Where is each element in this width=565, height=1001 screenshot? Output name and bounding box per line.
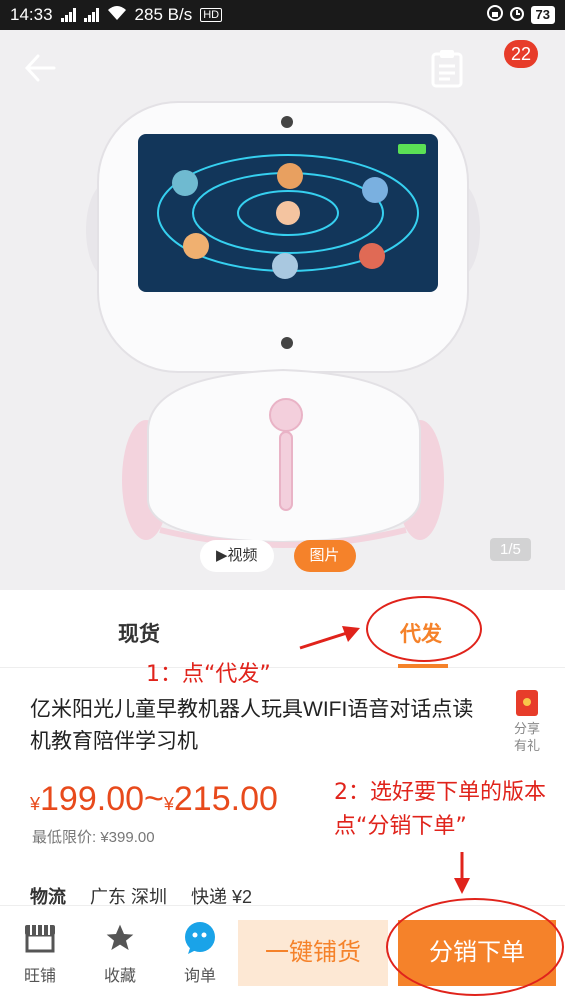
alarm-icon <box>509 5 525 26</box>
favorite-button[interactable]: 收藏 <box>90 920 150 986</box>
signal-2g-icon <box>83 8 99 22</box>
hd-icon: HD <box>200 8 223 22</box>
inquiry-button[interactable]: 询单 <box>170 920 230 986</box>
one-click-list-button[interactable]: 一键铺货 <box>238 920 388 986</box>
status-bar: 14:33 285 B/s HD 73 <box>0 0 565 30</box>
robot-product-image <box>86 101 480 548</box>
cart-count-badge[interactable]: 22 <box>504 40 538 68</box>
back-button[interactable] <box>20 50 60 86</box>
currency-symbol: ¥ <box>163 794 174 814</box>
annotation-circle-order <box>386 898 564 996</box>
annotation-step1: 1：点“代发” <box>146 662 271 687</box>
storefront-icon <box>25 925 55 953</box>
price-high: 215.00 <box>173 780 278 818</box>
battery-icon: 73 <box>530 6 555 24</box>
inquiry-label: 询单 <box>183 968 216 985</box>
active-tab-underline <box>398 664 448 668</box>
product-title: 亿米阳光儿童早教机器人玩具WIFI语音对话点读机教育陪伴学习机 <box>30 698 474 753</box>
photo-tab[interactable]: 图片 <box>293 540 356 572</box>
network-speed: 285 B/s <box>134 5 193 24</box>
price-range: ¥199.00~¥215.00 <box>30 780 278 819</box>
minimum-price: 最低限价: ¥399.00 <box>32 829 155 846</box>
product-gallery[interactable]: 22 ▶视频 图片 1/5 <box>0 30 565 590</box>
tab-in-stock[interactable]: 现货 <box>118 618 160 648</box>
annotation-circle-dropship <box>366 596 482 662</box>
annotation-step2: 2：选好要下单的版本点“分销下单” <box>334 780 546 839</box>
shop-label: 旺铺 <box>23 968 56 985</box>
media-switch: ▶视频 图片 <box>200 540 356 572</box>
clipboard-icon <box>431 50 463 88</box>
annotation-arrow-to-button <box>454 852 470 894</box>
shop-button[interactable]: 旺铺 <box>10 920 70 986</box>
red-envelope-icon <box>516 690 538 716</box>
share-gift-button[interactable]: 分享有礼 <box>510 690 544 754</box>
lock-icon <box>486 4 503 26</box>
star-icon <box>106 924 134 950</box>
wifi-icon <box>107 5 127 26</box>
share-label: 分享有礼 <box>513 721 540 753</box>
clock: 14:33 <box>10 5 53 24</box>
favorite-label: 收藏 <box>103 968 136 985</box>
price-low: 199.00~ <box>40 780 164 818</box>
image-page-indicator: 1/5 <box>490 538 531 561</box>
back-arrow-icon <box>24 54 56 82</box>
signal-4g-icon <box>60 8 76 22</box>
currency-symbol: ¥ <box>30 794 41 814</box>
chat-bubble-icon <box>185 922 215 954</box>
video-tab[interactable]: ▶视频 <box>200 540 274 572</box>
clipboard-button[interactable] <box>430 48 466 88</box>
